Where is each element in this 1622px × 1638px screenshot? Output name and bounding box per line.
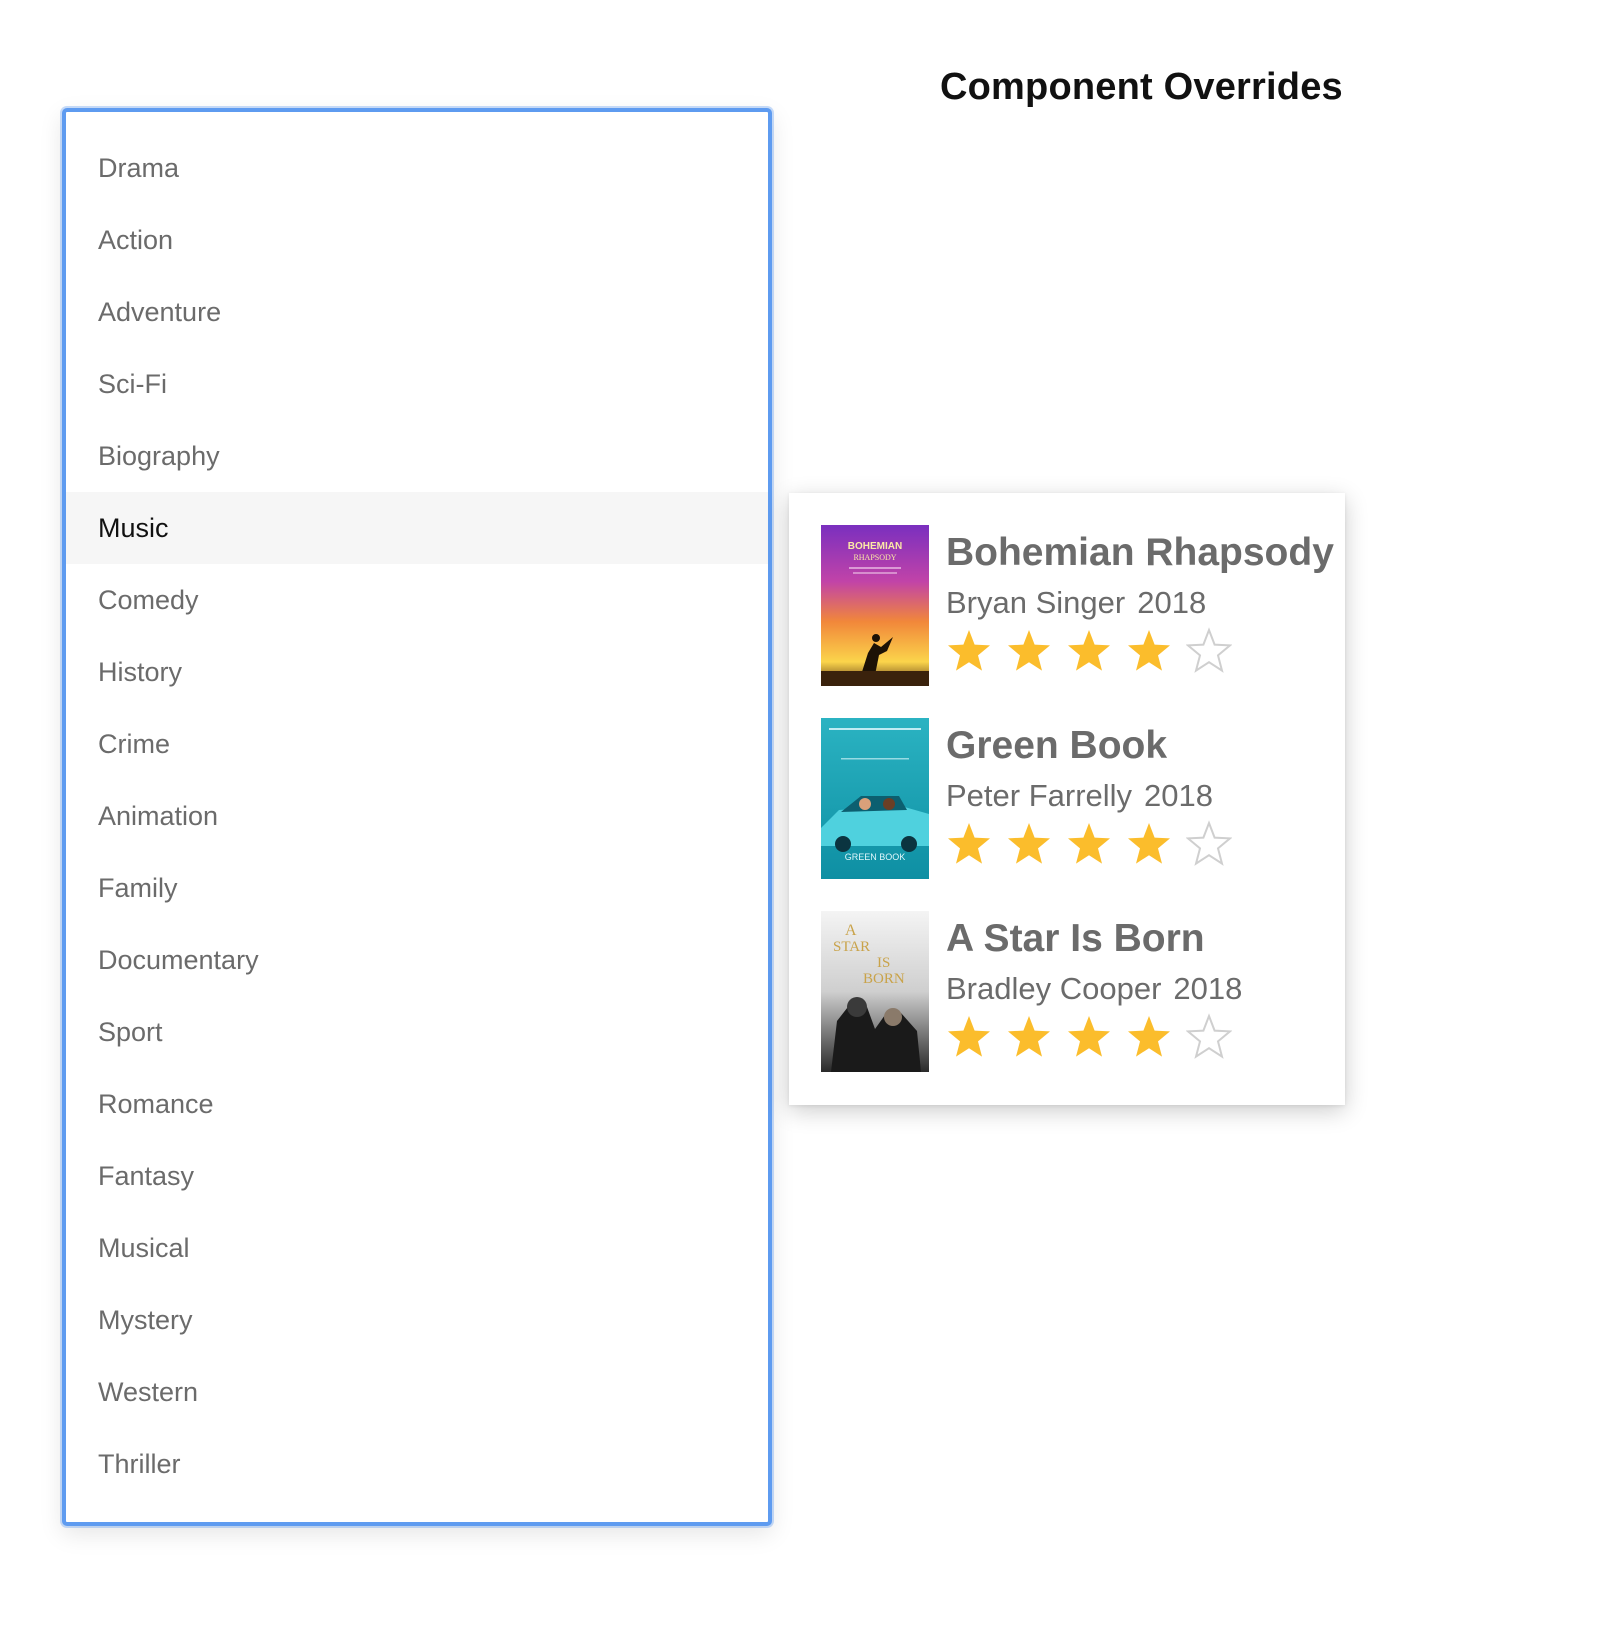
star-empty-icon[interactable] bbox=[1186, 1013, 1232, 1059]
movie-title: A Star Is Born bbox=[946, 917, 1205, 960]
movie-director: Bryan Singer bbox=[946, 585, 1126, 620]
movie-poster: A STAR IS BORN bbox=[821, 911, 929, 1072]
genre-item-romance[interactable]: Romance bbox=[66, 1068, 768, 1140]
movie-popover: BOHEMIAN RHAPSODY Bohemian Rhapsody Brya… bbox=[789, 493, 1345, 1105]
star-filled-icon[interactable] bbox=[1126, 820, 1172, 866]
star-rating[interactable] bbox=[946, 820, 1232, 866]
genre-item-fantasy[interactable]: Fantasy bbox=[66, 1140, 768, 1212]
movie-year: 2018 bbox=[1144, 778, 1214, 813]
genre-item-sci-fi[interactable]: Sci-Fi bbox=[66, 348, 768, 420]
movie-card[interactable]: GREEN BOOK Green Book Peter Farrelly 2018 bbox=[821, 718, 1345, 879]
page-title: Component Overrides bbox=[940, 66, 1343, 108]
poster-title-line-2: RHAPSODY bbox=[853, 553, 896, 562]
poster-title-line-2: STAR bbox=[833, 939, 870, 955]
star-filled-icon[interactable] bbox=[1126, 1013, 1172, 1059]
movie-director: Peter Farrelly bbox=[946, 778, 1133, 813]
movie-poster: GREEN BOOK bbox=[821, 718, 929, 879]
movie-meta: Bryan Singer 2018 bbox=[946, 581, 1334, 625]
movie-title: Bohemian Rhapsody bbox=[946, 531, 1334, 574]
genre-item-action[interactable]: Action bbox=[66, 204, 768, 276]
movie-director: Bradley Cooper bbox=[946, 971, 1162, 1006]
star-filled-icon[interactable] bbox=[1126, 627, 1172, 673]
star-filled-icon[interactable] bbox=[946, 627, 992, 673]
movie-card[interactable]: A STAR IS BORN A Star Is Born Bradley Co… bbox=[821, 911, 1345, 1072]
star-empty-icon[interactable] bbox=[1186, 820, 1232, 866]
star-filled-icon[interactable] bbox=[1066, 627, 1112, 673]
star-filled-icon[interactable] bbox=[1066, 1013, 1112, 1059]
star-filled-icon[interactable] bbox=[1006, 820, 1052, 866]
genre-list[interactable]: Drama Action Adventure Sci-Fi Biography Music… bbox=[62, 108, 772, 1526]
genre-item-thriller[interactable]: Thriller bbox=[66, 1428, 768, 1500]
poster-title-line-4: BORN bbox=[863, 971, 905, 987]
star-filled-icon[interactable] bbox=[1066, 820, 1112, 866]
genre-item-drama[interactable]: Drama bbox=[66, 132, 768, 204]
genre-item-mystery[interactable]: Mystery bbox=[66, 1284, 768, 1356]
movie-card[interactable]: BOHEMIAN RHAPSODY Bohemian Rhapsody Brya… bbox=[821, 525, 1345, 686]
star-rating[interactable] bbox=[946, 627, 1334, 673]
genre-item-documentary[interactable]: Documentary bbox=[66, 924, 768, 996]
poster-bohemian-rhapsody: BOHEMIAN RHAPSODY bbox=[821, 525, 929, 686]
star-filled-icon[interactable] bbox=[1006, 627, 1052, 673]
genre-item-family[interactable]: Family bbox=[66, 852, 768, 924]
movie-meta: Bradley Cooper 2018 bbox=[946, 967, 1242, 1011]
poster-title-line-1: A bbox=[845, 922, 857, 939]
genre-item-music[interactable]: Music bbox=[66, 492, 768, 564]
genre-item-animation[interactable]: Animation bbox=[66, 780, 768, 852]
genre-item-biography[interactable]: Biography bbox=[66, 420, 768, 492]
star-filled-icon[interactable] bbox=[946, 820, 992, 866]
genre-item-history[interactable]: History bbox=[66, 636, 768, 708]
star-empty-icon[interactable] bbox=[1186, 627, 1232, 673]
genre-item-crime[interactable]: Crime bbox=[66, 708, 768, 780]
genre-item-western[interactable]: Western bbox=[66, 1356, 768, 1428]
poster-title-line-3: IS bbox=[877, 955, 890, 971]
genre-item-adventure[interactable]: Adventure bbox=[66, 276, 768, 348]
star-rating[interactable] bbox=[946, 1013, 1242, 1059]
poster-title-line-1: BOHEMIAN bbox=[848, 541, 902, 552]
genre-item-sport[interactable]: Sport bbox=[66, 996, 768, 1068]
genre-item-comedy[interactable]: Comedy bbox=[66, 564, 768, 636]
star-filled-icon[interactable] bbox=[1006, 1013, 1052, 1059]
star-filled-icon[interactable] bbox=[946, 1013, 992, 1059]
movie-year: 2018 bbox=[1137, 585, 1207, 620]
poster-green-book: GREEN BOOK bbox=[821, 718, 929, 879]
movie-title: Green Book bbox=[946, 724, 1168, 767]
movie-poster: BOHEMIAN RHAPSODY bbox=[821, 525, 929, 686]
poster-title: GREEN BOOK bbox=[845, 852, 906, 862]
movie-meta: Peter Farrelly 2018 bbox=[946, 774, 1232, 818]
movie-year: 2018 bbox=[1173, 971, 1243, 1006]
genre-item-musical[interactable]: Musical bbox=[66, 1212, 768, 1284]
poster-a-star-is-born: A STAR IS BORN bbox=[821, 911, 929, 1072]
